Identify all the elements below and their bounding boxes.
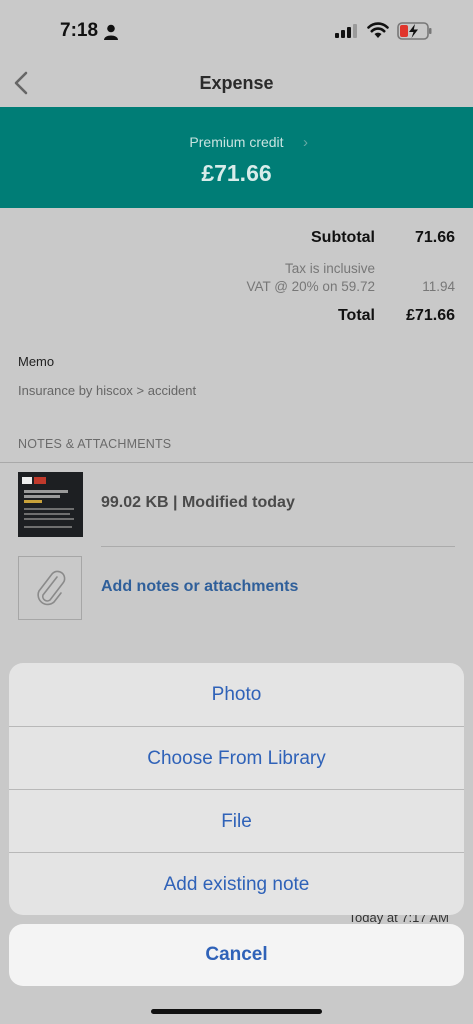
memo-label: Memo bbox=[18, 354, 55, 369]
cellular-signal-icon bbox=[335, 24, 357, 38]
wifi-icon bbox=[367, 22, 389, 38]
attachment-thumbnail[interactable] bbox=[18, 472, 83, 537]
status-time: 7:18 bbox=[60, 20, 99, 41]
home-indicator[interactable] bbox=[151, 1009, 322, 1014]
divider bbox=[0, 462, 473, 463]
subtotal-value: 71.66 bbox=[414, 229, 455, 246]
page-title: Expense bbox=[199, 73, 274, 93]
add-notes-attachments-link[interactable]: Add notes or attachments bbox=[101, 578, 298, 596]
chevron-right-icon: › bbox=[303, 134, 308, 151]
cancel-button[interactable]: Cancel bbox=[9, 924, 464, 986]
attachment-info[interactable]: 99.02 KB | Modified today bbox=[101, 494, 295, 512]
subtotal-label: Subtotal bbox=[311, 229, 375, 246]
nav-bar: Expense bbox=[0, 60, 473, 106]
add-attachment-button[interactable] bbox=[18, 556, 82, 620]
thumb-logo-accent bbox=[34, 477, 46, 484]
vat-label: VAT @ 20% on 59.72 bbox=[246, 279, 375, 294]
paperclip-icon bbox=[37, 570, 66, 606]
total-label: Total bbox=[337, 307, 375, 324]
action-file[interactable]: File bbox=[9, 790, 464, 853]
tax-note: Tax is inclusive bbox=[284, 261, 375, 276]
premium-credit-banner[interactable]: Premium credit › £71.66 bbox=[0, 107, 473, 208]
action-add-existing-note[interactable]: Add existing note bbox=[9, 853, 464, 915]
action-sheet: Photo Choose From Library File Add exist… bbox=[9, 663, 464, 915]
person-icon bbox=[104, 24, 118, 40]
thumb-logo bbox=[22, 477, 32, 484]
action-choose-from-library[interactable]: Choose From Library bbox=[9, 727, 464, 790]
divider bbox=[101, 546, 455, 547]
notes-attachments-header: NOTES & ATTACHMENTS bbox=[18, 437, 172, 451]
total-value: £71.66 bbox=[406, 307, 455, 324]
banner-label: Premium credit bbox=[189, 134, 284, 150]
memo-value[interactable]: Insurance by hiscox > accident bbox=[18, 383, 196, 398]
vat-value: 11.94 bbox=[422, 279, 455, 294]
status-bar: 7:18 bbox=[0, 0, 473, 60]
action-photo[interactable]: Photo bbox=[9, 663, 464, 726]
banner-amount: £71.66 bbox=[201, 160, 272, 186]
battery-charging-icon bbox=[397, 22, 432, 40]
